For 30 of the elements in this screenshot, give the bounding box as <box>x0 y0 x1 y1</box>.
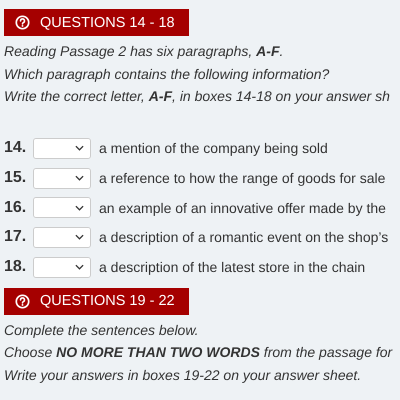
instruction-text: Complete the sentences below. <box>4 320 200 340</box>
answer-dropdown[interactable] <box>33 138 91 159</box>
question-number: 17. <box>4 228 28 246</box>
question-text: a description of the latest store in the chain <box>99 259 366 276</box>
chevron-icon <box>75 175 84 182</box>
answer-dropdown[interactable] <box>33 168 91 189</box>
instruction-text: Which paragraph contains the following information? <box>4 64 330 84</box>
chevron-icon <box>75 264 84 270</box>
chevron-icon <box>75 145 84 152</box>
instruction-text: Write the correct letter, A-F, in boxes 14-18 on your answer sh <box>4 87 391 106</box>
question-number: 18. <box>4 258 28 276</box>
answer-dropdown[interactable] <box>33 226 91 248</box>
question-text: a mention of the company being sold <box>99 140 328 156</box>
instruction-text: Write your answers in boxes 19-22 on your answer sheet. <box>4 366 362 385</box>
answer-dropdown[interactable] <box>33 197 91 218</box>
heading-text: QUESTIONS 14 - 18 <box>40 14 175 30</box>
question-number: 16. <box>4 198 28 217</box>
instruction-text: Reading Passage 2 has six paragraphs, A-F. <box>4 42 284 61</box>
chevron-icon <box>75 234 84 240</box>
question-text: a description of a romantic event on the shop’s <box>99 229 388 246</box>
help-icon <box>15 15 30 30</box>
question-text: an example of an innovative offer made by the <box>99 200 386 216</box>
question-number: 15. <box>4 169 28 188</box>
answer-dropdown[interactable] <box>33 256 91 278</box>
chevron-icon <box>75 204 84 211</box>
heading-text: QUESTIONS 19 - 22 <box>40 293 175 310</box>
question-number: 14. <box>4 139 28 158</box>
question-text: a reference to how the range of goods for sale <box>99 170 386 186</box>
instruction-text: Choose NO MORE THAN TWO WORDS from the passage for <box>4 343 394 362</box>
help-icon <box>15 294 30 309</box>
